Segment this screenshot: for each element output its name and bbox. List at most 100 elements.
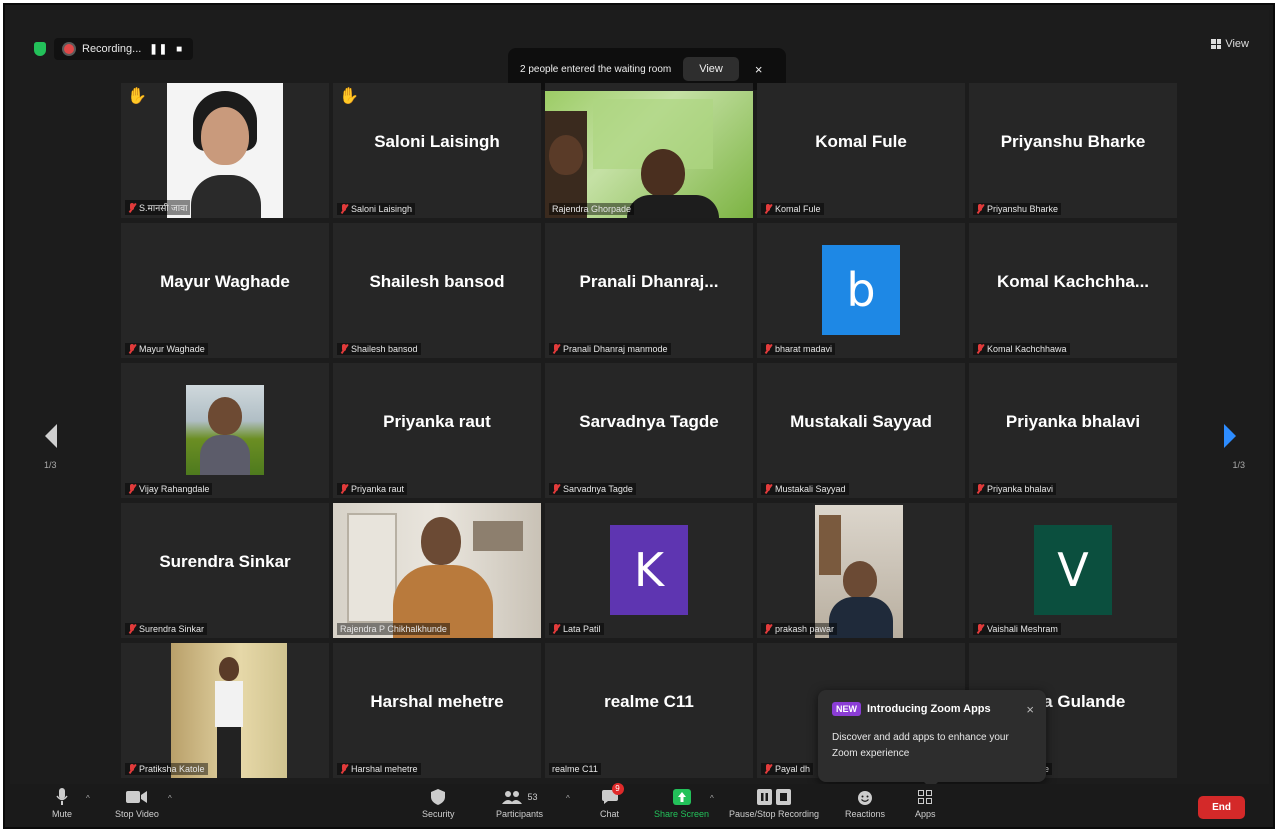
encryption-shield-icon[interactable] xyxy=(34,42,46,56)
avatar: V xyxy=(1034,525,1112,615)
muted-mic-icon xyxy=(764,764,772,774)
muted-mic-icon xyxy=(128,764,136,774)
video-options-chevron-icon[interactable]: ^ xyxy=(168,794,172,803)
muted-mic-icon xyxy=(976,204,984,214)
participant-tile-active-speaker[interactable]: Rajendra P Chikhalkhunde xyxy=(333,503,541,638)
muted-mic-icon xyxy=(552,484,560,494)
raised-hand-icon: ✋ xyxy=(339,88,359,105)
pause-stop-recording-button[interactable]: Pause/Stop Recording xyxy=(729,788,819,819)
participants-options-chevron-icon[interactable]: ^ xyxy=(566,794,570,803)
participant-tile[interactable]: ✋ S.मानसी जावा xyxy=(121,83,329,218)
participant-display-name: Saloni Laisingh xyxy=(374,132,500,152)
end-meeting-button[interactable]: End xyxy=(1198,796,1245,819)
participant-photo xyxy=(167,83,283,218)
security-shield-icon xyxy=(431,788,446,806)
participant-tile[interactable]: b bharat madavi xyxy=(757,223,965,358)
participant-name: Mayur Waghade xyxy=(125,343,208,355)
participant-tile[interactable]: Pratiksha Katole xyxy=(121,643,329,778)
participant-name: realme C11 xyxy=(549,763,601,775)
top-left-status: Recording... ❚❚ ■ xyxy=(34,35,194,63)
participant-tile[interactable]: realme C11 realme C11 xyxy=(545,643,753,778)
mute-button[interactable]: Mute xyxy=(52,788,72,819)
zoom-apps-popup-header: NEW Introducing Zoom Apps xyxy=(832,702,1032,716)
participant-tile[interactable]: Surendra Sinkar Surendra Sinkar xyxy=(121,503,329,638)
participant-display-name: Surendra Sinkar xyxy=(159,552,291,572)
apps-grid-icon xyxy=(918,788,933,806)
avatar: K xyxy=(610,525,688,615)
participant-name: Shailesh bansod xyxy=(337,343,421,355)
previous-page-arrow-icon[interactable] xyxy=(45,424,57,448)
participant-display-name: realme C11 xyxy=(604,692,694,712)
participant-tile[interactable]: K Lata Patil xyxy=(545,503,753,638)
participant-name: Sarvadnya Tagde xyxy=(549,483,636,495)
participant-tile[interactable]: Vijay Rahangdale xyxy=(121,363,329,498)
participant-name: Komal Fule xyxy=(761,203,824,215)
participant-display-name: Pranali Dhanraj... xyxy=(579,272,719,292)
participant-tile[interactable]: Pranali Dhanraj... Pranali Dhanraj manmo… xyxy=(545,223,753,358)
participant-photo xyxy=(186,385,264,475)
stop-video-button[interactable]: Stop Video xyxy=(115,788,159,819)
participant-name: bharat madavi xyxy=(761,343,836,355)
page-indicator-right: 1/3 xyxy=(1232,460,1245,470)
waiting-room-message: 2 people entered the waiting room xyxy=(520,63,672,75)
participant-tile[interactable]: Mustakali Sayyad Mustakali Sayyad xyxy=(757,363,965,498)
participants-button[interactable]: 53 Participants xyxy=(496,788,543,819)
security-button[interactable]: Security xyxy=(422,788,455,819)
chat-button[interactable]: 9 Chat xyxy=(600,783,624,819)
zoom-apps-popup-close-icon[interactable]: × xyxy=(1026,702,1034,717)
participant-tile[interactable]: ✋ Saloni Laisingh Saloni Laisingh xyxy=(333,83,541,218)
grid-view-icon xyxy=(1211,39,1222,49)
participant-name: Pranali Dhanraj manmode xyxy=(549,343,671,355)
participant-display-name: Mustakali Sayyad xyxy=(790,412,932,432)
muted-mic-icon xyxy=(552,624,560,634)
participant-tile[interactable]: Rajendra Ghorpade xyxy=(545,83,753,218)
raised-hand-icon: ✋ xyxy=(127,88,147,105)
participant-tile[interactable]: Sarvadnya Tagde Sarvadnya Tagde xyxy=(545,363,753,498)
participant-tile[interactable]: Priyanka bhalavi Priyanka bhalavi xyxy=(969,363,1177,498)
participant-name: Payal dh xyxy=(761,763,814,775)
participant-tile[interactable]: Komal Kachchha... Komal Kachchhawa xyxy=(969,223,1177,358)
participant-display-name: Shailesh bansod xyxy=(369,272,505,292)
mute-options-chevron-icon[interactable]: ^ xyxy=(86,794,90,803)
muted-mic-icon xyxy=(976,484,984,494)
share-options-chevron-icon[interactable]: ^ xyxy=(710,794,714,803)
participant-tile[interactable]: prakash pawar xyxy=(757,503,965,638)
participant-name: prakash pawar xyxy=(761,623,838,635)
pause-recording-icon[interactable]: ❚❚ xyxy=(149,44,168,55)
waiting-room-view-button[interactable]: View xyxy=(683,57,739,81)
participant-tile[interactable]: Komal Fule Komal Fule xyxy=(757,83,965,218)
reactions-button[interactable]: Reactions xyxy=(845,788,885,819)
next-page-arrow-icon[interactable] xyxy=(1224,424,1236,448)
muted-mic-icon xyxy=(976,344,984,354)
muted-mic-icon xyxy=(764,204,772,214)
participant-tile[interactable]: V Vaishali Meshram xyxy=(969,503,1177,638)
participant-name: Komal Kachchhawa xyxy=(973,343,1070,355)
participant-tile[interactable]: Priyanshu Bharke Priyanshu Bharke xyxy=(969,83,1177,218)
reactions-smiley-icon xyxy=(857,788,873,806)
participant-tile[interactable]: Shailesh bansod Shailesh bansod xyxy=(333,223,541,358)
stop-recording-icon[interactable]: ■ xyxy=(176,44,183,55)
microphone-icon xyxy=(55,788,69,806)
apps-button[interactable]: Apps xyxy=(915,788,936,819)
gallery-grid: ✋ S.मानसी जावा ✋ Saloni Laisingh Saloni … xyxy=(121,83,1178,783)
view-button[interactable]: View xyxy=(1211,38,1249,50)
zoom-apps-popup: NEW Introducing Zoom Apps × Discover and… xyxy=(818,690,1046,789)
video-camera-icon xyxy=(125,788,148,806)
share-screen-icon xyxy=(672,788,691,806)
participant-display-name: Priyanka bhalavi xyxy=(1005,412,1141,432)
pause-stop-icon xyxy=(757,788,792,806)
zoom-apps-popup-body: Discover and add apps to enhance your Zo… xyxy=(832,732,1009,759)
participant-video xyxy=(333,503,541,638)
view-label: View xyxy=(1225,38,1249,50)
participant-display-name: Priyanka raut xyxy=(383,412,491,432)
share-screen-button[interactable]: Share Screen xyxy=(654,788,709,819)
participant-name: Priyanka raut xyxy=(337,483,408,495)
participant-tile[interactable]: Harshal mehetre Harshal mehetre xyxy=(333,643,541,778)
recording-label: Recording... xyxy=(82,43,142,55)
participant-tile[interactable]: Priyanka raut Priyanka raut xyxy=(333,363,541,498)
participant-photo xyxy=(171,643,287,778)
zoom-apps-popup-title: Introducing Zoom Apps xyxy=(867,703,991,715)
participant-tile[interactable]: Mayur Waghade Mayur Waghade xyxy=(121,223,329,358)
waiting-room-close-icon[interactable]: × xyxy=(755,62,763,77)
participant-photo xyxy=(815,505,903,638)
